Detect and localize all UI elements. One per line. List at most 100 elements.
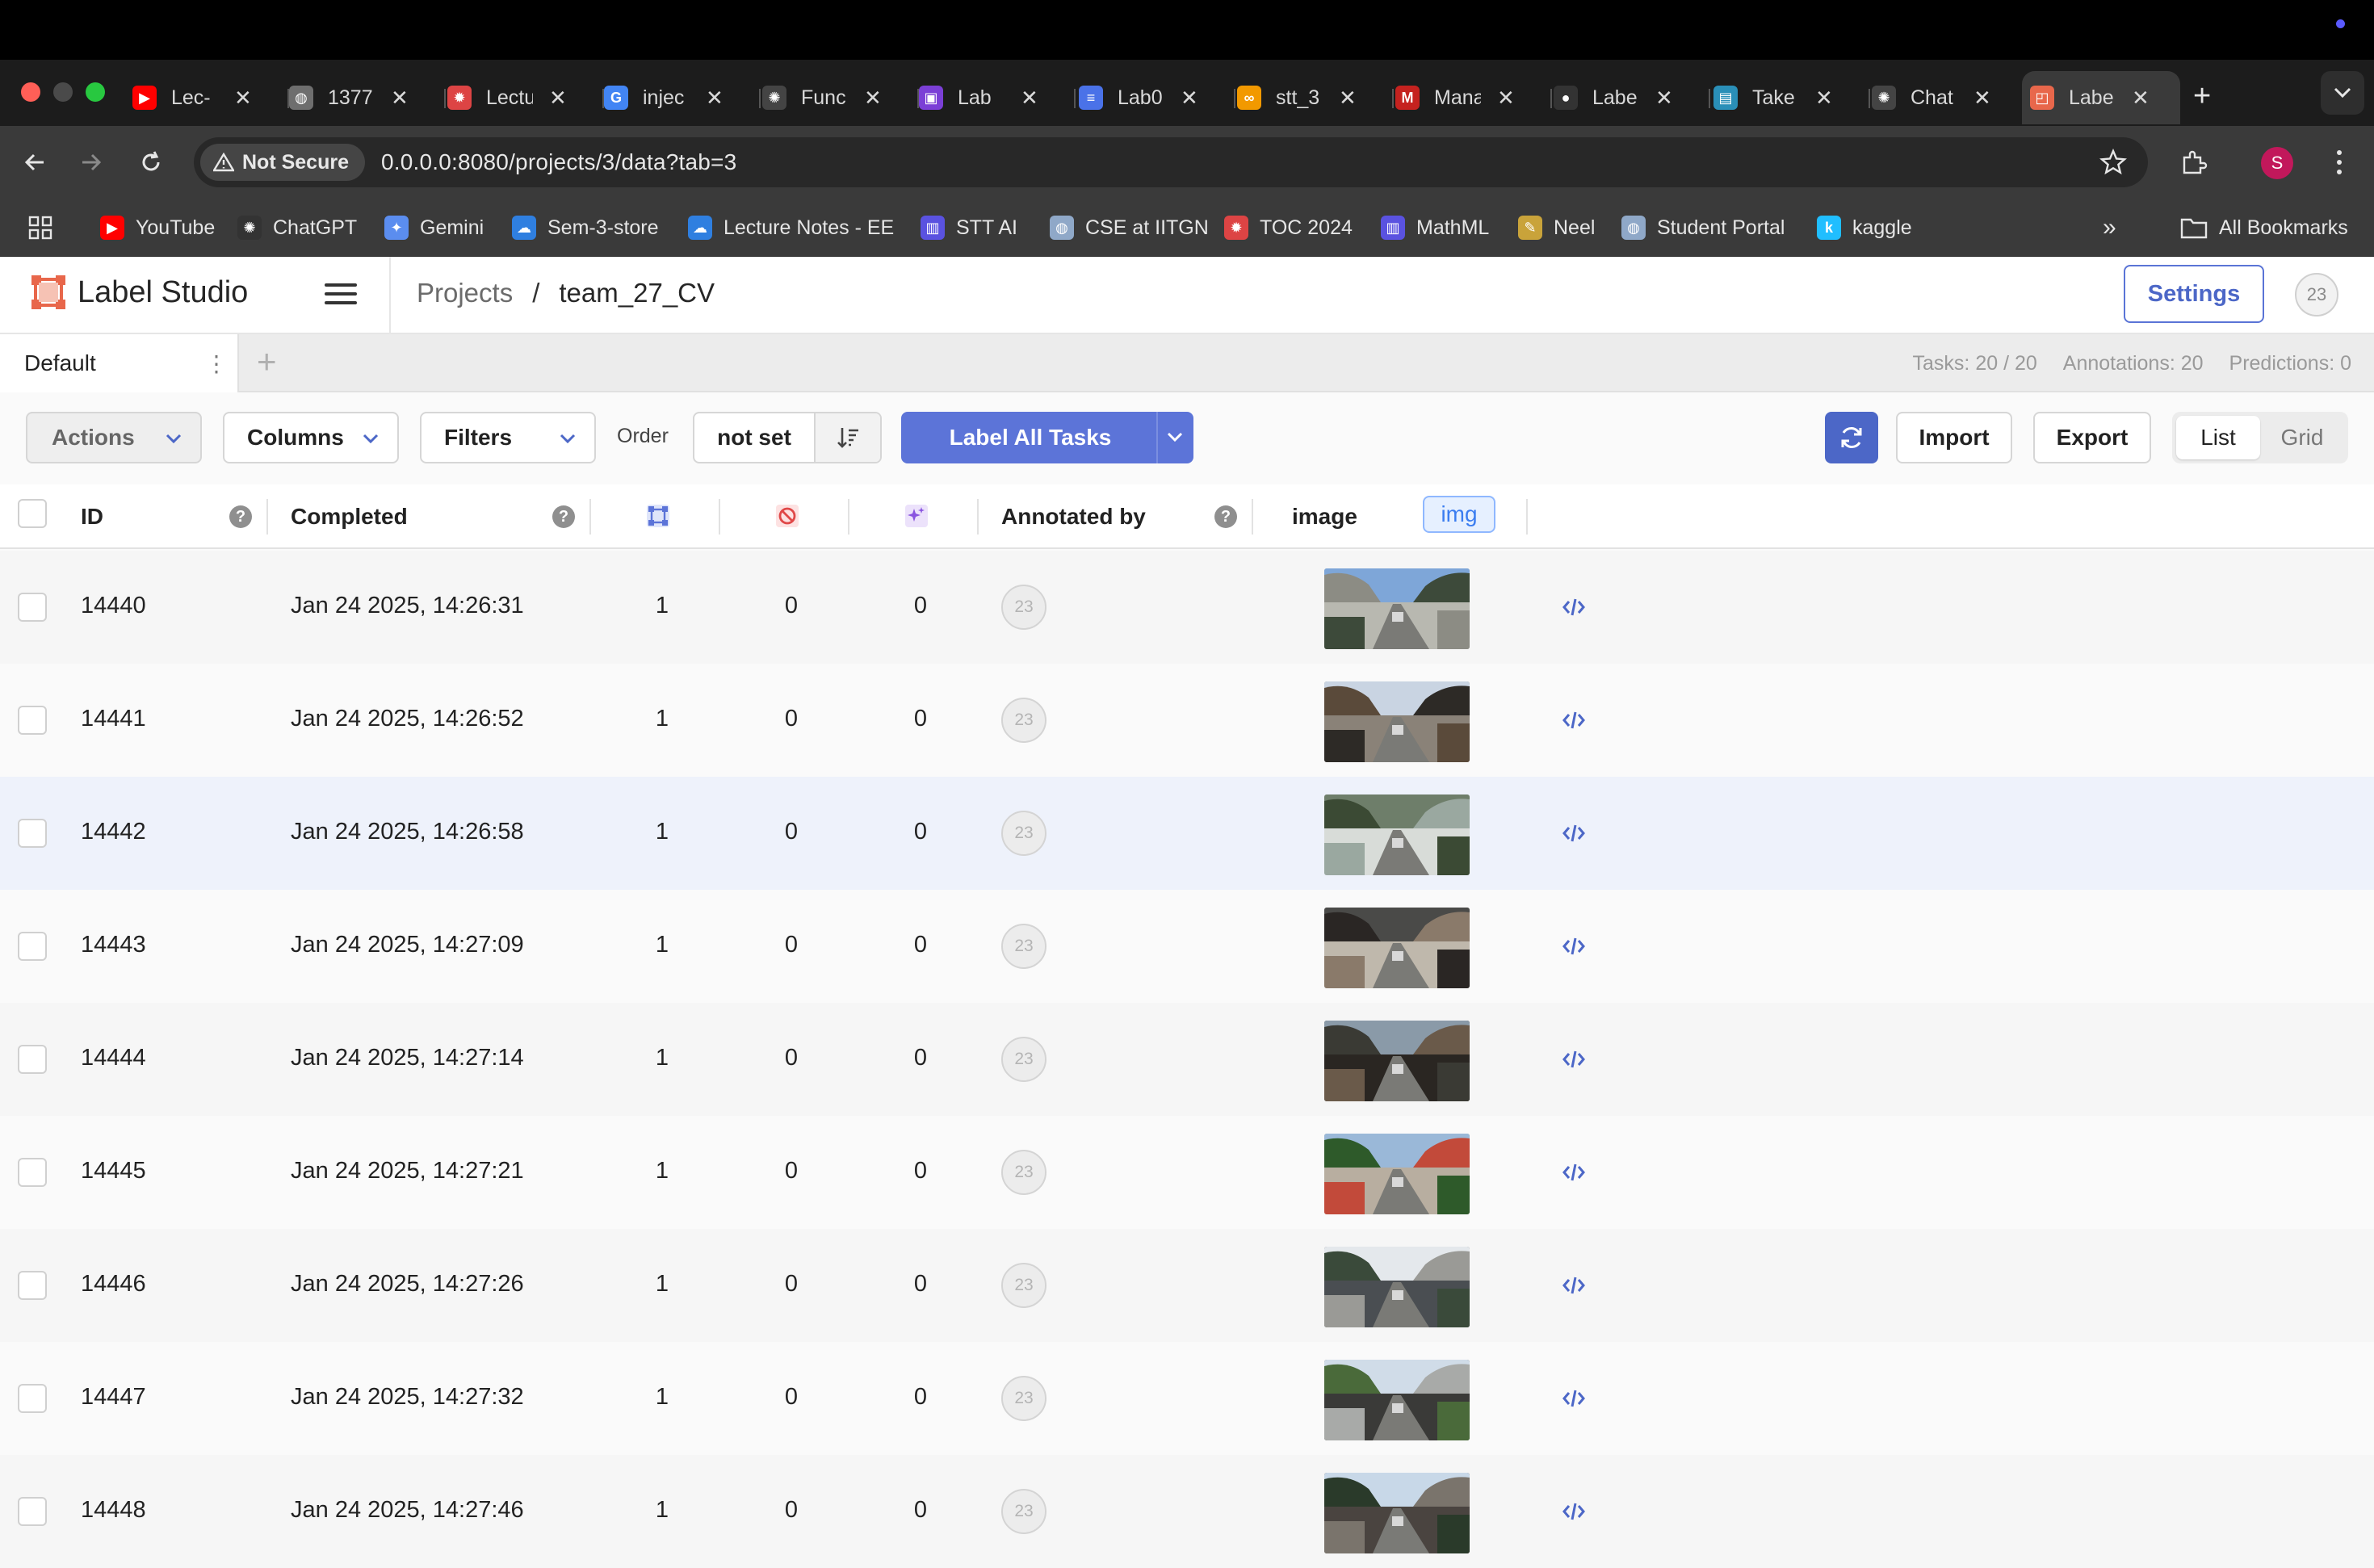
row-checkbox[interactable] [18,819,47,848]
bookmark-item[interactable]: ☁ Lecture Notes - EE [688,213,894,242]
address-bar[interactable]: Not Secure 0.0.0.0:8080/projects/3/data?… [194,137,2148,187]
forward-button[interactable] [73,144,110,181]
row-checkbox[interactable] [18,1158,47,1187]
row-checkbox[interactable] [18,706,47,735]
list-view-button[interactable]: List [2176,416,2260,459]
column-header-annotated-by[interactable]: Annotated by [1001,504,1146,530]
cancelled-count-icon[interactable] [774,502,801,530]
annotator-avatar[interactable]: 23 [1001,924,1046,969]
column-resizer[interactable] [1526,499,1528,535]
annotator-avatar[interactable]: 23 [1001,811,1046,856]
sort-direction-button[interactable] [816,413,880,462]
row-checkbox[interactable] [18,593,47,622]
table-row[interactable]: 14448 Jan 24 2025, 14:27:46 1 0 0 23 [0,1455,2374,1568]
browser-tab[interactable]: ✺ Chat ✕ [1864,71,2028,124]
app-logo[interactable]: Label Studio [31,275,248,310]
close-icon[interactable]: ✕ [706,86,724,111]
task-image-thumbnail[interactable] [1324,1360,1470,1440]
column-resizer[interactable] [848,499,849,535]
close-icon[interactable]: ✕ [1973,86,1991,111]
user-avatar[interactable]: 23 [2295,273,2338,317]
close-icon[interactable]: ✕ [2132,86,2150,111]
tab-options-icon[interactable]: ⋮ [205,350,228,377]
add-tab-button[interactable]: + [257,342,277,381]
table-row[interactable]: 14445 Jan 24 2025, 14:27:21 1 0 0 23 [0,1116,2374,1229]
browser-tab[interactable]: ∞ stt_3 ✕ [1229,71,1394,124]
row-checkbox[interactable] [18,1045,47,1074]
bookmark-item[interactable]: ✹ TOC 2024 [1224,213,1353,242]
bookmark-item[interactable]: ☁ Sem-3-store [512,213,659,242]
task-image-thumbnail[interactable] [1324,1021,1470,1101]
help-icon[interactable]: ? [552,505,575,528]
bookmark-item[interactable]: ◍ Student Portal [1621,213,1785,242]
close-icon[interactable]: ✕ [1655,86,1673,111]
task-image-thumbnail[interactable] [1324,1473,1470,1553]
annotator-avatar[interactable]: 23 [1001,1263,1046,1308]
annotator-avatar[interactable]: 23 [1001,698,1046,743]
browser-tab[interactable]: ● Labe ✕ [1546,71,1710,124]
source-code-icon[interactable] [1562,1048,1586,1071]
bookmark-item[interactable]: ▥ MathML [1381,213,1489,242]
actions-dropdown[interactable]: Actions [26,412,202,463]
table-row[interactable]: 14447 Jan 24 2025, 14:27:32 1 0 0 23 [0,1342,2374,1455]
help-icon[interactable]: ? [229,505,252,528]
settings-button[interactable]: Settings [2124,265,2264,323]
close-icon[interactable]: ✕ [234,86,252,111]
grid-view-button[interactable]: Grid [2260,416,2344,459]
browser-tab[interactable]: ◰ Labe ✕ [2022,71,2180,124]
browser-tab[interactable]: ▶ Lec- ✕ [124,71,289,124]
predictions-sparkle-icon[interactable] [903,502,930,530]
browser-tab[interactable]: ✺ Func ✕ [754,71,919,124]
source-code-icon[interactable] [1562,709,1586,732]
bookmark-item[interactable]: ✦ Gemini [384,213,484,242]
browser-tab[interactable]: ▤ Take ✕ [1705,71,1870,124]
hamburger-menu-button[interactable] [320,278,362,313]
chevron-down-icon[interactable] [1166,428,1184,446]
security-indicator[interactable]: Not Secure [200,144,365,181]
task-image-thumbnail[interactable] [1324,1134,1470,1214]
window-zoom-button[interactable] [86,82,105,102]
row-checkbox[interactable] [18,1384,47,1413]
annotator-avatar[interactable]: 23 [1001,1489,1046,1534]
order-field-select[interactable]: not set [694,413,816,462]
bookmark-item[interactable]: k kaggle [1817,213,1912,242]
select-all-checkbox[interactable] [18,499,47,528]
close-icon[interactable]: ✕ [864,86,882,111]
annotator-avatar[interactable]: 23 [1001,1150,1046,1195]
apps-button[interactable] [27,213,53,242]
row-checkbox[interactable] [18,932,47,961]
annotator-avatar[interactable]: 23 [1001,1037,1046,1082]
task-image-thumbnail[interactable] [1324,681,1470,762]
annotator-avatar[interactable]: 23 [1001,1376,1046,1421]
filters-dropdown[interactable]: Filters [420,412,596,463]
column-header-completed[interactable]: Completed [291,504,408,530]
reload-button[interactable] [132,144,170,181]
table-row[interactable]: 14444 Jan 24 2025, 14:27:14 1 0 0 23 [0,1003,2374,1116]
browser-menu-button[interactable] [2321,144,2358,181]
column-resizer[interactable] [589,499,591,535]
task-image-thumbnail[interactable] [1324,568,1470,649]
table-row[interactable]: 14443 Jan 24 2025, 14:27:09 1 0 0 23 [0,890,2374,1003]
tab-default[interactable]: Default ⋮ [0,334,239,392]
help-icon[interactable]: ? [1214,505,1237,528]
bookmark-item[interactable]: ◍ CSE at IITGN [1050,213,1209,242]
back-button[interactable] [16,144,53,181]
close-icon[interactable]: ✕ [1815,86,1833,111]
close-icon[interactable]: ✕ [1021,86,1038,111]
columns-dropdown[interactable]: Columns [223,412,399,463]
window-close-button[interactable] [21,82,40,102]
close-icon[interactable]: ✕ [1339,86,1357,111]
source-code-icon[interactable] [1562,1161,1586,1184]
browser-tab[interactable]: ◍ 1377 ✕ [281,71,446,124]
row-checkbox[interactable] [18,1497,47,1526]
browser-tab[interactable]: ✹ Lectu ✕ [439,71,604,124]
label-all-tasks-button[interactable]: Label All Tasks [901,412,1193,463]
profile-avatar[interactable]: S [2261,147,2293,179]
column-resizer[interactable] [1252,499,1253,535]
tab-search-button[interactable] [2321,71,2364,115]
import-button[interactable]: Import [1896,412,2012,463]
source-code-icon[interactable] [1562,1274,1586,1297]
breadcrumb-projects-link[interactable]: Projects [417,278,513,308]
annotations-count-icon[interactable] [644,502,672,530]
bookmark-item[interactable]: ▥ STT AI [921,213,1017,242]
